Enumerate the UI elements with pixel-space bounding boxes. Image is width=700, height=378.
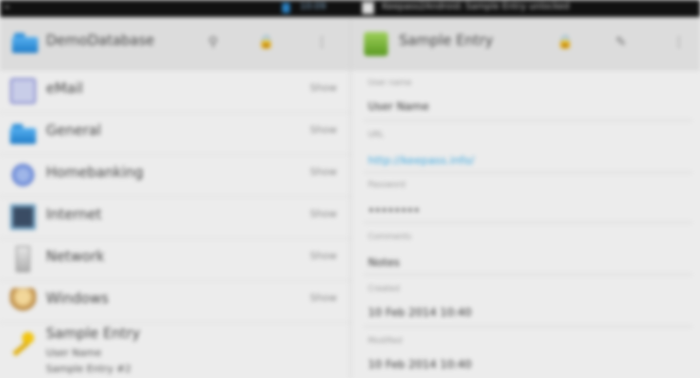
field-label: Password	[368, 180, 406, 189]
field-divider	[364, 274, 692, 275]
homebanking-icon	[10, 162, 36, 188]
list-item[interactable]: General Show	[0, 112, 350, 155]
field-label: User name	[368, 78, 412, 87]
field-label: Comments	[368, 232, 412, 241]
list-item-meta: Show	[310, 209, 337, 220]
field-divider	[364, 120, 692, 121]
url-link[interactable]: http://keepass.info/	[368, 154, 474, 167]
list-item[interactable]: Internet Show	[0, 196, 350, 239]
list-item-label: Homebanking	[46, 165, 144, 181]
usb-icon: ⌁	[4, 2, 11, 13]
field-value[interactable]: ••••••••	[368, 204, 420, 217]
field-label: Created	[368, 284, 400, 293]
right-action-bar: Sample Entry 🔒 ✎ ⋮	[351, 17, 700, 70]
list-item-label: General	[46, 123, 102, 139]
internet-icon	[10, 204, 36, 230]
signal-icon	[282, 3, 290, 13]
left-action-bar: DemoDatabase ⚲ 🔒 ⋮	[0, 17, 350, 70]
list-item[interactable]: eMail Show	[0, 70, 350, 113]
field-value: 10 Feb 2014 10:40	[368, 358, 472, 371]
network-icon	[16, 246, 30, 272]
list-item-meta: Show	[310, 167, 337, 178]
list-item-meta: Show	[310, 83, 337, 94]
field-value[interactable]: Notes	[368, 256, 400, 269]
key-icon	[10, 332, 36, 358]
lock-icon[interactable]: 🔒	[258, 35, 274, 51]
notification-icon	[362, 2, 374, 14]
list-item-label: Internet	[46, 207, 102, 223]
overflow-menu-icon[interactable]: ⋮	[671, 35, 687, 51]
field-divider	[364, 222, 692, 223]
list-item-label: Network	[46, 249, 105, 265]
list-item[interactable]: Network Show	[0, 238, 350, 281]
entry-list-url: Sample Entry #2	[46, 364, 132, 375]
status-bar: ⌁ 10:09 Keepass2Android: Sample Entry un…	[0, 0, 700, 17]
lock-icon[interactable]: 🔒	[557, 35, 573, 51]
list-item[interactable]: Windows Show	[0, 280, 350, 323]
field-label: URL	[368, 130, 384, 139]
list-item-label: eMail	[46, 81, 84, 97]
overflow-menu-icon[interactable]: ⋮	[314, 35, 330, 51]
field-value: 10 Feb 2014 10:40	[368, 306, 472, 319]
list-item-meta: Show	[310, 293, 337, 304]
field-label: Modified	[368, 336, 403, 345]
entry-title: Sample Entry	[399, 33, 494, 49]
entry-list-username: User Name	[46, 348, 102, 359]
email-group-icon	[10, 78, 36, 104]
list-item-label: Windows	[46, 291, 109, 307]
list-item[interactable]: Homebanking Show	[0, 154, 350, 197]
entry-icon	[364, 32, 388, 56]
folder-icon	[10, 124, 36, 144]
search-icon[interactable]: ⚲	[205, 35, 221, 51]
status-time: 10:09	[300, 2, 326, 12]
field-value[interactable]: User Name	[368, 100, 429, 113]
entry-list-title[interactable]: Sample Entry	[46, 326, 140, 342]
list-item-meta: Show	[310, 125, 337, 136]
field-divider	[364, 326, 692, 327]
notification-text: Keepass2Android: Sample Entry unlocked	[382, 2, 570, 12]
list-item-meta: Show	[310, 251, 337, 262]
field-divider	[364, 172, 692, 173]
windows-icon	[10, 288, 36, 314]
database-title: DemoDatabase	[46, 33, 155, 49]
edit-icon[interactable]: ✎	[613, 35, 629, 51]
panel-divider	[350, 17, 351, 378]
database-folder-icon	[12, 33, 38, 53]
